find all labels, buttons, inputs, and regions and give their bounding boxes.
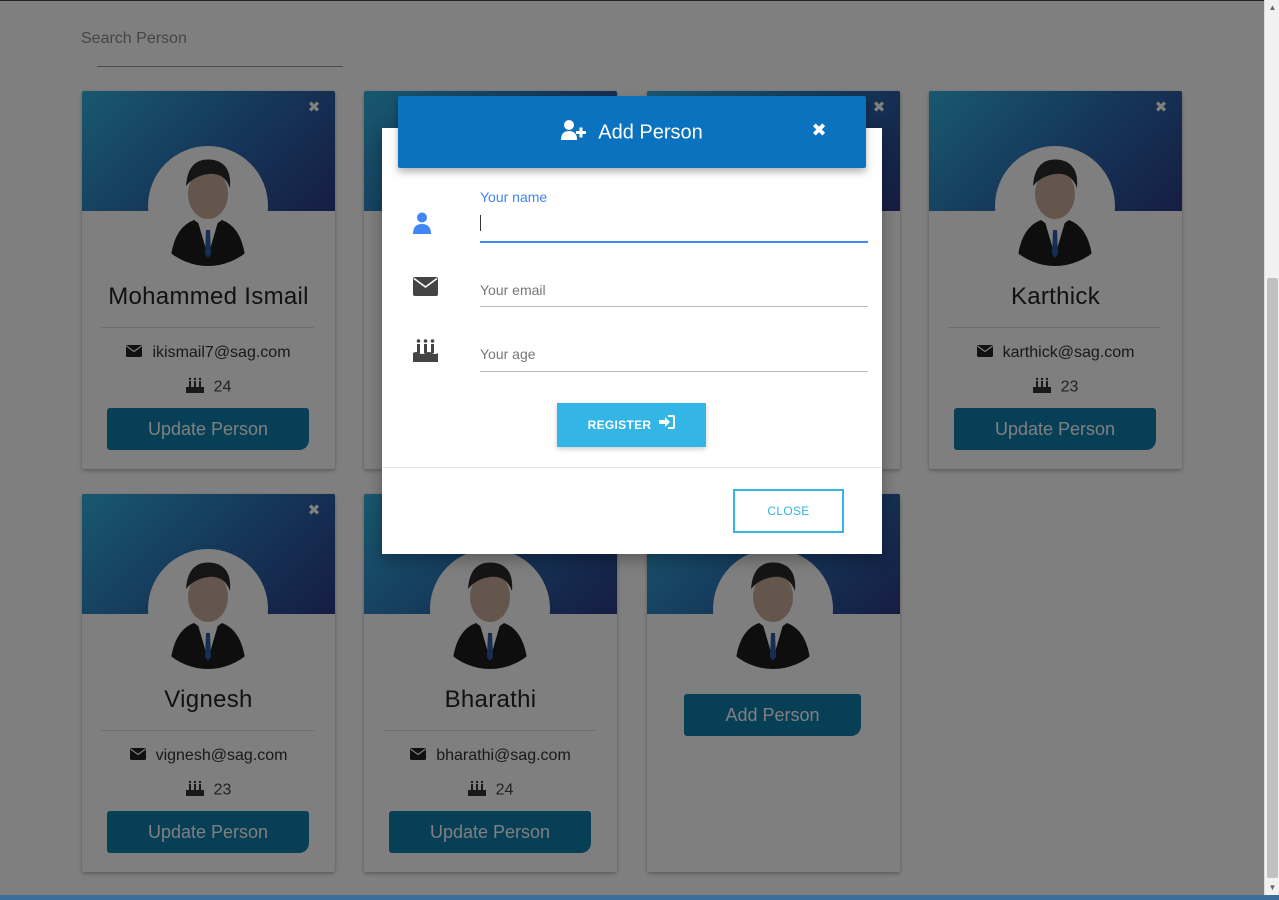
age-input[interactable] — [480, 344, 868, 364]
scroll-thumb[interactable] — [1267, 278, 1278, 878]
close-button[interactable]: CLOSE — [733, 489, 844, 533]
scrollbar[interactable]: ▲ ▼ — [1264, 0, 1279, 900]
birthday-cake-icon — [413, 338, 438, 367]
scroll-down-icon[interactable]: ▼ — [1265, 880, 1279, 896]
register-label: REGISTER — [587, 418, 652, 432]
modal-title-row: Add Person — [398, 120, 866, 146]
scroll-up-icon[interactable]: ▲ — [1265, 0, 1279, 16]
add-person-modal: Your name REGISTER CLOSE — [382, 128, 882, 554]
modal-title: Add Person — [598, 121, 703, 144]
email-underline — [480, 306, 868, 307]
text-caret — [480, 215, 481, 231]
close-icon[interactable]: ✖ — [811, 121, 827, 139]
name-input[interactable] — [480, 213, 868, 235]
taskbar — [0, 895, 1279, 900]
name-field: Your name — [413, 188, 868, 248]
modal-footer-divider — [382, 467, 882, 468]
age-underline — [480, 371, 868, 372]
sign-in-icon — [659, 403, 676, 447]
email-input[interactable] — [480, 280, 868, 300]
user-plus-icon — [561, 120, 587, 146]
email-field — [413, 276, 868, 310]
modal-header: Add Person ✖ — [398, 96, 866, 168]
envelope-icon — [413, 277, 438, 301]
name-label: Your name — [480, 189, 548, 205]
user-icon — [413, 212, 431, 239]
register-button[interactable]: REGISTER — [557, 403, 706, 447]
age-field — [413, 338, 868, 374]
name-underline — [480, 241, 868, 243]
